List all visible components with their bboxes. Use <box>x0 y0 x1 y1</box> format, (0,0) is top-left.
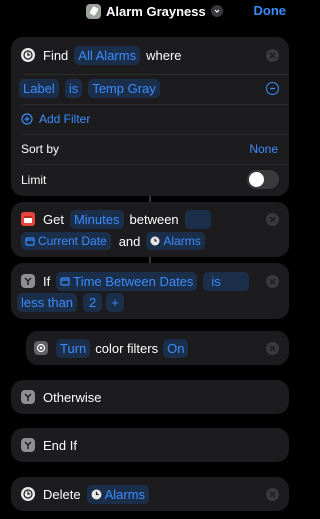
remove-action-icon[interactable] <box>266 342 279 355</box>
if-input-pill[interactable]: Time Between Dates <box>56 271 198 291</box>
scripting-icon <box>21 390 35 404</box>
remove-action-icon[interactable] <box>266 49 279 62</box>
limit-label: Limit <box>21 173 47 187</box>
add-filter-label: Add Filter <box>39 112 91 126</box>
filter-field-pill[interactable]: Label <box>19 78 59 98</box>
divider <box>23 74 289 75</box>
end-if-action-card: End If <box>11 428 289 462</box>
delete-verb: Delete <box>43 486 81 502</box>
if-is-pill[interactable]: is <box>203 271 249 291</box>
limit-toggle[interactable] <box>247 170 279 189</box>
remove-action-icon[interactable] <box>266 488 279 501</box>
scripting-icon <box>21 438 35 452</box>
toggle-knob <box>249 172 264 187</box>
alarm-clock-icon <box>21 48 35 62</box>
calendar-icon <box>25 237 35 246</box>
get-between-blank-pill[interactable] <box>184 209 211 229</box>
calendar-icon <box>21 212 35 226</box>
if-verb: If <box>43 273 51 289</box>
chevron-down-icon <box>210 5 223 17</box>
otherwise-label: Otherwise <box>43 389 102 405</box>
delete-target-label: Alarms <box>104 486 146 502</box>
start-date-pill[interactable]: Current Date <box>21 232 111 250</box>
accessibility-icon <box>34 341 48 355</box>
find-action-card: Find All Alarms where Label is Temp Gray… <box>11 37 289 196</box>
delete-action-card: Delete Alarms <box>11 477 289 511</box>
plus-circle-icon <box>21 113 33 125</box>
get-between: between <box>129 211 179 227</box>
divider <box>23 134 289 135</box>
delete-target-pill[interactable]: Alarms <box>86 484 150 504</box>
shortcut-title-menu[interactable]: Alarm Grayness <box>86 2 223 20</box>
find-verb: Find <box>43 47 69 63</box>
end-date-label: Alarms <box>163 234 201 248</box>
find-where: where <box>146 47 182 63</box>
otherwise-action-card: Otherwise <box>11 380 289 414</box>
filter-value-pill[interactable]: Temp Gray <box>88 78 160 98</box>
remove-action-icon[interactable] <box>266 275 279 288</box>
sort-by-label: Sort by <box>21 142 60 156</box>
shortcut-title: Alarm Grayness <box>106 3 206 19</box>
divider <box>23 104 289 105</box>
find-target-pill[interactable]: All Alarms <box>74 45 141 65</box>
if-input-label: Time Between Dates <box>73 273 194 289</box>
end-if-label: End If <box>43 437 77 453</box>
start-date-label: Current Date <box>38 234 107 248</box>
get-and: and <box>118 233 141 249</box>
scripting-icon <box>21 274 35 288</box>
remove-action-icon[interactable] <box>266 213 279 226</box>
turn-object: color filters <box>95 340 159 356</box>
remove-filter-icon[interactable] <box>266 82 279 95</box>
turn-action-card: Turn color filters On <box>26 331 289 365</box>
add-filter-button[interactable]: Add Filter <box>11 110 289 128</box>
shortcut-icon <box>86 3 101 19</box>
add-condition-button[interactable]: + <box>106 292 124 312</box>
filter-operator-pill[interactable]: is <box>64 78 83 98</box>
turn-state-pill[interactable]: On <box>163 338 189 358</box>
get-verb: Get <box>43 211 64 227</box>
divider <box>23 164 289 165</box>
if-action-card: If Time Between Dates is less than 2 + <box>11 263 289 319</box>
alarm-clock-icon <box>150 236 160 246</box>
top-bar: Alarm Grayness Done <box>0 0 300 24</box>
end-date-pill[interactable]: Alarms <box>146 232 205 250</box>
get-unit-pill[interactable]: Minutes <box>69 209 124 229</box>
if-value-pill[interactable]: 2 <box>83 292 103 312</box>
done-button[interactable]: Done <box>254 3 287 18</box>
alarm-clock-icon <box>21 487 35 501</box>
sort-by-value[interactable]: None <box>249 142 278 156</box>
if-condition-pill[interactable]: less than <box>17 292 78 312</box>
calendar-icon <box>60 277 70 286</box>
sort-by-row[interactable]: Sort by None <box>11 140 289 158</box>
get-action-card: Get Minutes between Current Date and Ala… <box>11 202 289 257</box>
turn-verb-pill[interactable]: Turn <box>56 338 91 358</box>
alarm-clock-icon <box>91 489 102 499</box>
